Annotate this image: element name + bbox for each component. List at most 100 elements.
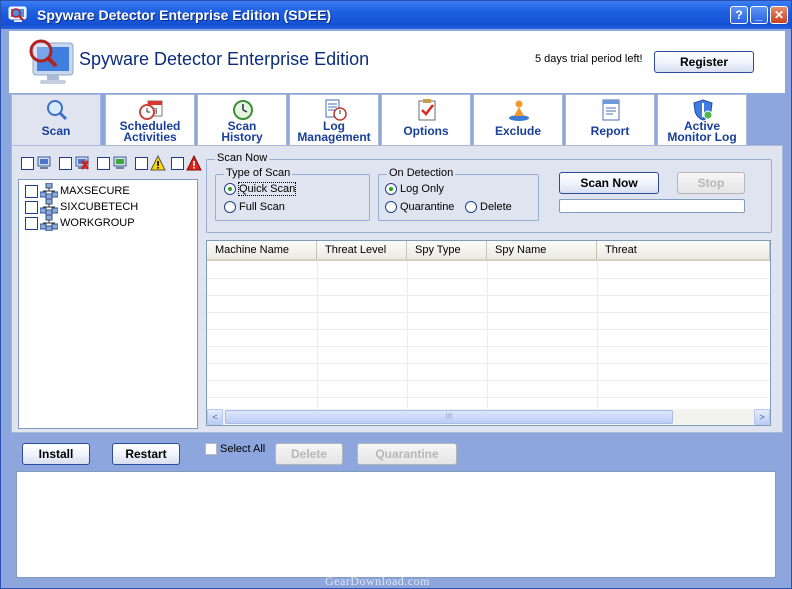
computer-green-icon <box>113 156 127 169</box>
tree-item-workgroup[interactable]: WORKGROUP <box>25 215 185 231</box>
scroll-right-button[interactable]: > <box>754 409 770 425</box>
tree-item-label: SIXCUBETECH <box>60 201 139 213</box>
radio-selected-indicator <box>224 183 236 195</box>
tab-scheduled-activities[interactable]: 8 Scheduled Activities <box>105 94 195 146</box>
delete-label: Delete <box>480 201 512 213</box>
network-group-icon <box>40 215 58 231</box>
help-button[interactable]: ? <box>730 6 748 24</box>
scroll-thumb[interactable]: III <box>225 410 673 424</box>
tree-item-maxsecure[interactable]: MAXSECURE <box>25 183 185 199</box>
tab-scan-history[interactable]: Scan History <box>197 94 287 146</box>
log-only-label: Log Only <box>400 183 445 195</box>
minimize-button[interactable]: _ <box>750 6 768 24</box>
app-logo-icon <box>29 39 74 84</box>
tab-label: Report <box>590 124 630 138</box>
title-bar[interactable]: Spyware Detector Enterprise Edition (SDE… <box>1 1 791 29</box>
warning-icon <box>150 155 166 171</box>
delete-button[interactable]: Delete <box>275 443 343 465</box>
column-header-spy-name[interactable]: Spy Name <box>487 241 597 261</box>
tab-label: Scheduled Activities <box>119 119 181 144</box>
tab-scan[interactable]: Scan <box>11 94 101 150</box>
tab-exclude[interactable]: Exclude <box>473 94 563 146</box>
column-header-machine-name[interactable]: Machine Name <box>207 241 317 261</box>
scan-progress-bar <box>559 199 745 213</box>
main-tabs: Scan 8 ScheduledActivities ScanHistory <box>11 94 771 150</box>
column-header-spy-type[interactable]: Spy Type <box>407 241 487 261</box>
grid-line <box>207 329 770 330</box>
tab-report[interactable]: Report <box>565 94 655 146</box>
tab-label: Scan <box>41 124 71 138</box>
radio-indicator <box>224 201 236 213</box>
tab-options[interactable]: Options <box>381 94 471 146</box>
log-output-panel[interactable] <box>16 471 776 578</box>
grid-line <box>487 261 488 411</box>
app-heading: Spyware Detector Enterprise Edition <box>79 49 370 69</box>
full-scan-label: Full Scan <box>239 201 285 213</box>
install-button[interactable]: Install <box>22 443 90 465</box>
window-title: Spyware Detector Enterprise Edition (SDE… <box>37 7 332 23</box>
grid-line <box>597 261 598 411</box>
quarantine-button[interactable]: Quarantine <box>357 443 457 465</box>
stop-button[interactable]: Stop <box>677 172 745 194</box>
scan-now-legend: Scan Now <box>215 152 270 164</box>
network-group-icon <box>40 199 58 215</box>
close-button[interactable]: ✕ <box>770 6 788 24</box>
tab-label: Options <box>403 124 449 138</box>
tree-item-label: MAXSECURE <box>60 185 130 197</box>
history-clock-icon <box>233 100 253 120</box>
delete-radio[interactable]: Delete <box>465 200 525 214</box>
radio-indicator <box>465 201 477 213</box>
horizontal-scrollbar[interactable]: < III > <box>207 409 770 425</box>
grid-line <box>207 278 770 279</box>
magnifier-icon <box>47 100 68 121</box>
tree-item-label: WORKGROUP <box>60 217 135 229</box>
grid-line <box>207 380 770 381</box>
full-scan-radio[interactable]: Full Scan <box>224 200 314 214</box>
checklist-icon <box>418 99 436 121</box>
select-all-label: Select All <box>220 443 266 455</box>
scroll-left-button[interactable]: < <box>207 409 223 425</box>
quarantine-radio[interactable]: Quarantine <box>385 200 465 214</box>
machine-filters <box>21 155 203 171</box>
shield-icon <box>693 99 713 121</box>
scan-type-group: Type of Scan Quick Scan Full Scan <box>215 167 370 221</box>
computer-icon <box>37 156 51 169</box>
grid-line <box>207 346 770 347</box>
select-all-box[interactable] <box>205 443 217 455</box>
log-only-radio[interactable]: Log Only <box>385 182 465 196</box>
tab-log-management[interactable]: Log Management <box>289 94 379 146</box>
filter-all-checkbox[interactable] <box>21 157 34 170</box>
tab-label: Active Monitor Log <box>667 119 737 144</box>
trial-notice: 5 days trial period left! <box>535 53 643 65</box>
computer-red-icon <box>75 156 89 170</box>
error-icon <box>186 155 202 171</box>
tree-item-checkbox[interactable] <box>25 201 38 214</box>
column-header-threat-level[interactable]: Threat Level <box>317 241 407 261</box>
tree-item-sixcubetech[interactable]: SIXCUBETECH <box>25 199 185 215</box>
tab-active-monitor-log[interactable]: Active Monitor Log <box>657 94 747 146</box>
tree-item-checkbox[interactable] <box>25 185 38 198</box>
restart-button[interactable]: Restart <box>112 443 180 465</box>
quick-scan-radio[interactable]: Quick Scan <box>224 182 314 196</box>
register-button[interactable]: Register <box>654 51 754 73</box>
on-detection-group: On Detection Log Only Quarantine Delete <box>378 167 539 221</box>
filter-error-checkbox[interactable] <box>171 157 184 170</box>
filter-clean-checkbox[interactable] <box>97 157 110 170</box>
network-tree[interactable]: MAXSECURE SIXCUBETECH WORKGROUP <box>18 179 198 429</box>
radio-selected-indicator <box>385 183 397 195</box>
filter-infected-checkbox[interactable] <box>59 157 72 170</box>
app-icon <box>8 6 27 22</box>
exclude-figure-icon <box>509 100 529 121</box>
filter-warning-checkbox[interactable] <box>135 157 148 170</box>
on-detection-legend: On Detection <box>387 167 456 179</box>
tab-label: Log Management <box>297 119 371 144</box>
column-header-threat[interactable]: Threat <box>597 241 770 261</box>
tree-item-checkbox[interactable] <box>25 217 38 230</box>
results-table[interactable]: Machine Name Threat Level Spy Type Spy N… <box>206 240 771 426</box>
scan-now-button[interactable]: Scan Now <box>559 172 659 194</box>
grid-line <box>207 312 770 313</box>
tab-label: Exclude <box>494 124 542 138</box>
tab-label: Scan History <box>221 119 263 144</box>
grid-line <box>207 363 770 364</box>
scan-type-legend: Type of Scan <box>224 167 293 179</box>
